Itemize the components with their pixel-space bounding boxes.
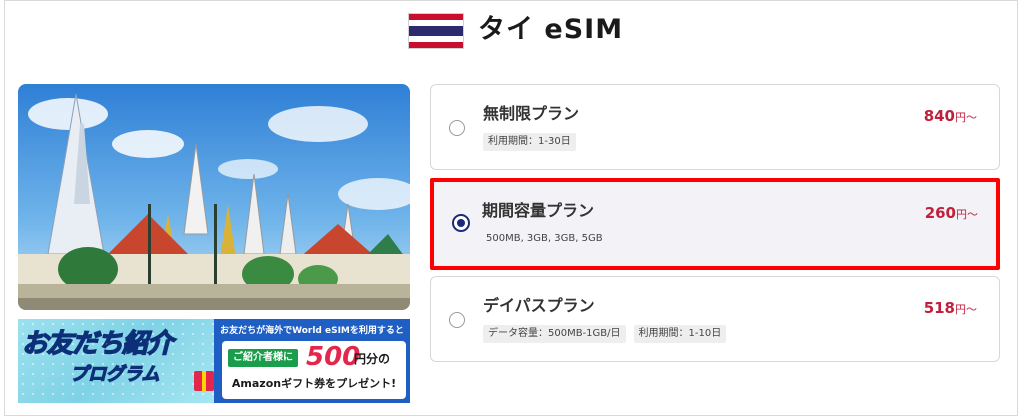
referral-banner-left: お友だち紹介 プログラム [18,319,214,403]
plan-price: 840円〜 [923,107,977,125]
plan-tag: データ容量：500MB-1GB/日 [483,325,626,343]
referral-banner-right: お友だちが海外でWorld eSIMを利用すると ご紹介者様に 500 円分の … [214,319,410,403]
page-header: タイ eSIM [0,4,1024,49]
referral-reward-card: ご紹介者様に 500 円分の Amazonギフト券をプレゼント! [222,341,406,399]
referral-sub-text: プログラム [69,363,160,385]
thailand-flag-icon [408,13,464,49]
plan-price: 518円〜 [923,299,977,317]
plan-name: 期間容量プラン [482,201,595,220]
plan-option-period-capacity[interactable]: 期間容量プラン 260円〜 500MB, 3GB, 3GB, 5GB [430,178,1000,270]
plan-option-daypass[interactable]: デイパスプラン 518円〜 データ容量：500MB-1GB/日 利用期間：1-1… [430,276,1000,362]
referral-main-text: お友だち紹介 [21,328,173,359]
plan-radio-selected[interactable] [452,214,470,232]
plan-tag: 500MB, 3GB, 3GB, 5GB [486,233,603,244]
page-title: タイ eSIM [478,14,624,45]
referral-amount: 500 [306,342,361,372]
referral-banner[interactable]: お友だち紹介 プログラム お友だちが海外でWorld eSIMを利用すると ご紹… [18,319,410,403]
plan-option-unlimited[interactable]: 無制限プラン 840円〜 利用期間：1-30日 [430,84,1000,170]
plan-name: 無制限プラン [483,104,580,123]
plan-radio[interactable] [449,312,465,328]
referral-amount-suffix: 円分の [354,352,391,366]
plan-radio[interactable] [449,120,465,136]
plan-tag: 利用期間：1-30日 [483,133,576,151]
gift-icon [194,371,214,391]
referral-pill: ご紹介者様に [228,349,298,367]
plan-name: デイパスプラン [483,296,595,315]
referral-bottom-text: Amazonギフト券をプレゼント! [231,377,397,390]
referral-top-text: お友だちが海外でWorld eSIMを利用すると [220,326,404,336]
thailand-temple-image [18,84,410,310]
plan-tag: 利用期間：1-10日 [633,325,727,343]
plan-price: 260円〜 [924,204,978,222]
